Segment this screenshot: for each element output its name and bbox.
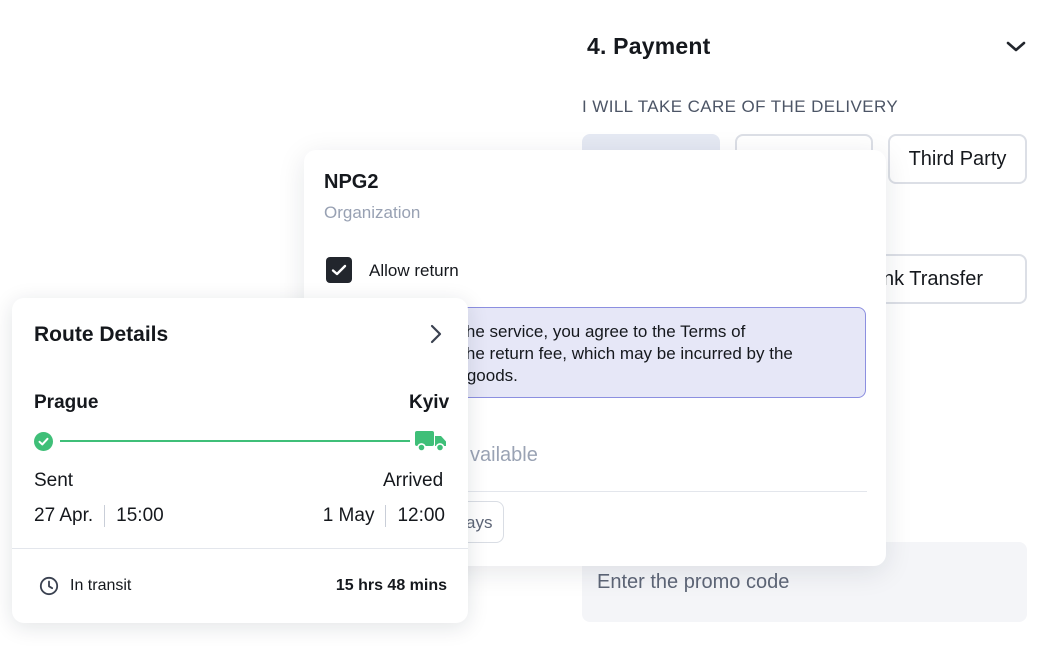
arrived-time: 12:00 [397, 505, 445, 526]
route-progress-line [60, 440, 410, 442]
terms-text: n the service, you agree to the Terms of… [447, 321, 852, 387]
arrived-datetime: 1 May 12:00 [323, 505, 445, 527]
allow-return-label: Allow return [369, 261, 459, 280]
sent-datetime: 27 Apr. 15:00 [34, 505, 164, 527]
payment-title: 4. Payment [587, 33, 711, 59]
allow-return-checkbox[interactable] [326, 257, 352, 283]
arrived-date: 1 May [322, 505, 375, 526]
divider [12, 548, 468, 549]
check-circle-icon [34, 432, 53, 451]
terms-line: ur goods. [447, 366, 518, 385]
checkmark-icon [331, 264, 347, 276]
destination-city: Kyiv [409, 392, 450, 413]
terms-line: d the return fee, which may be incurred … [447, 344, 793, 363]
datetime-separator [104, 505, 106, 527]
route-details-title: Route Details [34, 323, 169, 346]
datetime-separator [385, 505, 387, 527]
transit-status: In transit [70, 577, 132, 594]
sent-label: Sent [34, 470, 74, 491]
organization-name: NPG2 [324, 171, 379, 193]
days-chip-label: ays [466, 513, 493, 532]
transit-duration: 15 hrs 48 mins [335, 577, 447, 594]
origin-city: Prague [34, 392, 99, 413]
delivery-section-label: I WILL TAKE CARE OF THE DELIVERY [582, 97, 899, 116]
divider [440, 491, 867, 492]
clock-icon [39, 576, 59, 596]
terms-notice: n the service, you agree to the Terms of… [440, 307, 866, 398]
truck-icon [415, 431, 446, 452]
sent-time: 15:00 [116, 505, 164, 526]
arrived-label: Arrived [383, 470, 444, 491]
availability-text: vailable [470, 444, 538, 466]
promo-code-placeholder: Enter the promo code [597, 571, 790, 593]
chevron-down-icon[interactable] [1004, 38, 1028, 56]
bank-transfer-label: nk Transfer [882, 267, 983, 290]
third-party-label: Third Party [908, 147, 1007, 170]
sent-date: 27 Apr. [34, 505, 94, 526]
terms-line: n the service, you agree to the Terms of [447, 322, 746, 341]
third-party-option[interactable]: Third Party [888, 134, 1027, 184]
chevron-right-icon[interactable] [427, 322, 445, 346]
organization-type: Organization [324, 203, 421, 222]
